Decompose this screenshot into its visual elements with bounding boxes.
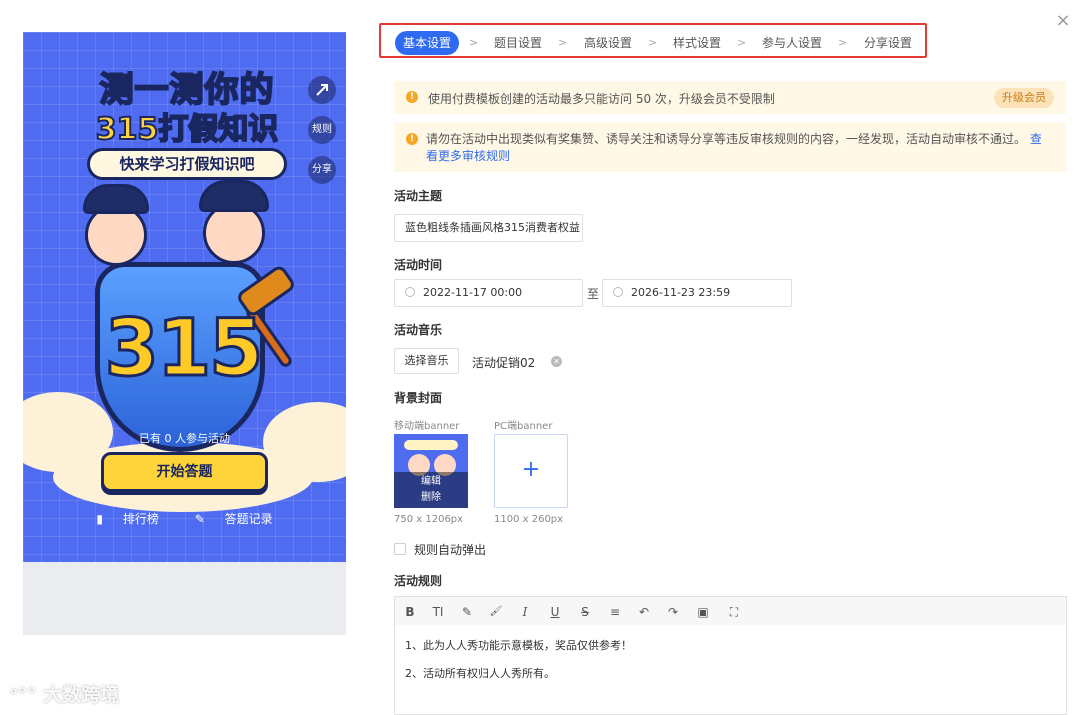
- theme-input[interactable]: 蓝色粗线条插画风格315消费者权益: [394, 214, 583, 242]
- mobile-banner-size: 750 x 1206px: [394, 514, 464, 525]
- watermark: ᐤ°° 大数跨境: [10, 684, 120, 706]
- leaderboard-link[interactable]: ▮ 排行榜: [88, 510, 166, 527]
- music-label: 活动音乐: [394, 323, 443, 337]
- upload-pc-banner-button[interactable]: +: [494, 434, 568, 508]
- italic-icon[interactable]: I: [516, 603, 534, 621]
- character-left-cap: [83, 184, 149, 214]
- share-side-button[interactable]: 分享: [308, 156, 336, 184]
- theme-label: 活动主题: [394, 189, 443, 203]
- review-rules-link[interactable]: 查: [1030, 132, 1042, 146]
- upgrade-member-button[interactable]: 升级会员: [994, 88, 1054, 108]
- mobile-preview: 测一测你的 315打假知识 快来学习打假知识吧 规则 分享 315 已有 0 人…: [23, 32, 346, 635]
- delete-banner-button[interactable]: 删除: [394, 490, 468, 506]
- pc-banner-label: PC端banner: [494, 421, 553, 432]
- tab-advanced-settings[interactable]: 高级设置: [575, 31, 641, 55]
- music-name: 活动促销02: [472, 356, 536, 370]
- redo-icon[interactable]: ↷: [664, 603, 682, 621]
- warning-icon: !: [406, 133, 418, 145]
- review-rules-link-cont[interactable]: 看更多审核规则: [426, 149, 510, 163]
- mobile-banner-label: 移动端banner: [394, 421, 460, 432]
- chevron-right-icon: >: [558, 36, 568, 49]
- auto-popup-checkbox[interactable]: [394, 543, 406, 555]
- poster-315: 315: [103, 303, 265, 396]
- activity-editor: 测一测你的 315打假知识 快来学习打假知识吧 规则 分享 315 已有 0 人…: [0, 0, 1080, 715]
- chevron-right-icon: >: [469, 36, 479, 49]
- chevron-right-icon: >: [838, 36, 848, 49]
- undo-icon[interactable]: ↶: [635, 603, 653, 621]
- character-right-cap: [199, 180, 269, 212]
- thumbnail-actions: 编辑 删除: [394, 472, 468, 508]
- records-link[interactable]: ✎ 答题记录: [187, 510, 281, 527]
- cover-label: 背景封面: [394, 391, 443, 405]
- warning-icon: !: [406, 91, 418, 103]
- poster-headline: 测一测你的 315打假知识: [67, 69, 307, 150]
- choose-music-button[interactable]: 选择音乐: [394, 348, 459, 374]
- tab-share-settings[interactable]: 分享设置: [855, 31, 921, 55]
- poster-subtitle: 快来学习打假知识吧: [87, 148, 287, 180]
- pc-banner-size: 1100 x 260px: [494, 514, 564, 525]
- poster-bottom-links: ▮ 排行榜 ✎ 答题记录: [23, 510, 346, 527]
- share-icon[interactable]: [308, 76, 336, 104]
- logo-icon: ᐤ°°: [10, 684, 37, 706]
- remove-music-icon[interactable]: ✕: [551, 356, 562, 367]
- strikethrough-icon[interactable]: S: [576, 603, 594, 621]
- start-time-input[interactable]: 2022-11-17 00:00: [394, 279, 583, 307]
- close-icon[interactable]: ×: [1054, 12, 1072, 30]
- plus-icon: +: [521, 457, 541, 482]
- rules-side-button[interactable]: 规则: [308, 116, 336, 144]
- time-label: 活动时间: [394, 258, 443, 272]
- participants-count: 已有 0 人参与活动: [139, 432, 230, 445]
- headline-line1: 测一测你的: [99, 69, 275, 111]
- underline-icon[interactable]: U: [546, 603, 564, 621]
- rules-editor[interactable]: 1、此为人人秀功能示意模板，奖品仅供参考！ 2、活动所有权归人人秀所有。: [394, 625, 1067, 715]
- rules-label: 活动规则: [394, 574, 443, 588]
- tab-style-settings[interactable]: 样式设置: [664, 31, 730, 55]
- image-icon[interactable]: ▣: [694, 603, 712, 621]
- rules-line: 1、此为人人秀功能示意模板，奖品仅供参考！: [405, 639, 632, 652]
- end-time-input[interactable]: 2026-11-23 23:59: [602, 279, 792, 307]
- align-icon[interactable]: ≡: [606, 603, 624, 621]
- fullscreen-icon[interactable]: ⛶: [725, 603, 743, 621]
- bold-icon[interactable]: B: [401, 603, 419, 621]
- chevron-right-icon: >: [737, 36, 747, 49]
- clock-icon: [613, 287, 623, 297]
- tab-basic-settings[interactable]: 基本设置: [395, 31, 459, 55]
- pen-icon: ✎: [194, 512, 205, 526]
- settings-tabs: 基本设置 > 题目设置 > 高级设置 > 样式设置 > 参与人设置 > 分享设置: [379, 23, 927, 58]
- text-color-icon[interactable]: ✎: [458, 603, 476, 621]
- tab-participant-settings[interactable]: 参与人设置: [753, 31, 831, 55]
- mobile-banner-thumbnail[interactable]: 编辑 删除: [394, 434, 468, 508]
- clock-icon: [405, 287, 415, 297]
- limit-notice-text: 使用付费模板创建的活动最多只能访问 50 次，升级会员不受限制: [428, 92, 775, 106]
- time-range-separator: 至: [587, 287, 600, 301]
- headline-line2: 315打假知识: [95, 111, 280, 148]
- rich-text-toolbar: B TI ✎ 🖌 I U S ≡ ↶ ↷ ▣ ⛶: [394, 596, 1067, 626]
- review-notice: ! 请勿在活动中出现类似有奖集赞、诱导关注和诱导分享等违反审核规则的内容，一经发…: [394, 122, 1066, 172]
- start-quiz-button[interactable]: 开始答题: [101, 452, 268, 492]
- auto-popup-label: 规则自动弹出: [414, 543, 487, 557]
- edit-banner-button[interactable]: 编辑: [394, 474, 468, 490]
- review-notice-text: 请勿在活动中出现类似有奖集赞、诱导关注和诱导分享等违反审核规则的内容，一经发现，…: [426, 132, 1042, 163]
- rules-line: 2、活动所有权归人人秀所有。: [405, 667, 555, 680]
- brush-icon[interactable]: 🖌: [487, 603, 505, 621]
- tab-question-settings[interactable]: 题目设置: [485, 31, 551, 55]
- chevron-right-icon: >: [648, 36, 658, 49]
- limit-notice: ! 使用付费模板创建的活动最多只能访问 50 次，升级会员不受限制 升级会员: [394, 81, 1066, 114]
- bar-chart-icon: ▮: [96, 512, 104, 526]
- font-size-icon[interactable]: TI: [429, 603, 447, 621]
- poster-image: 测一测你的 315打假知识 快来学习打假知识吧 规则 分享 315 已有 0 人…: [23, 32, 346, 562]
